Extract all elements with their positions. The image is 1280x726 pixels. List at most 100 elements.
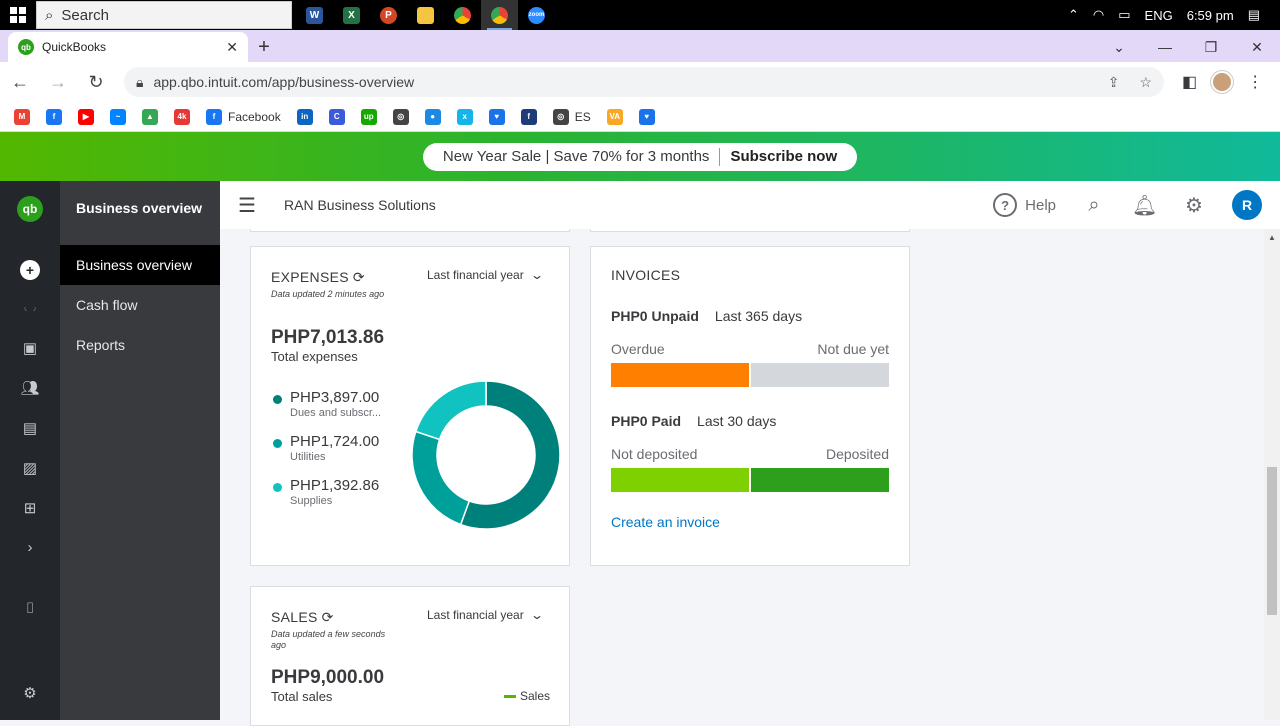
chrome-app-icon[interactable]	[444, 0, 481, 30]
chevron-down-icon: ⌄	[529, 608, 544, 622]
c-icon: C	[328, 108, 345, 125]
reload-icon[interactable]: ↻	[86, 72, 106, 93]
messenger-icon: ~	[110, 108, 126, 125]
profile-avatar[interactable]	[1211, 71, 1234, 93]
collapse-menu-icon[interactable]: ☰	[238, 193, 264, 218]
sidebar-item-reports[interactable]: Reports	[60, 325, 220, 365]
sales-period-dropdown[interactable]: Last financial year ⌄	[427, 608, 544, 622]
customers-icon[interactable]: 👥︎	[20, 378, 40, 398]
sidebar-item-cash-flow[interactable]: Cash flow	[60, 285, 220, 325]
powerpoint-app-icon[interactable]: P	[370, 0, 407, 30]
not-deposited-label: Not deposited	[611, 446, 698, 462]
apps-grid-icon[interactable]: ⊞	[20, 498, 40, 518]
bookmark-item[interactable]: ◎	[392, 108, 409, 125]
tray-language[interactable]: ENG	[1145, 8, 1173, 23]
bookmark-item[interactable]: ◎ ES	[552, 108, 591, 125]
bookmark-item[interactable]: f	[520, 108, 537, 125]
paid-bar[interactable]	[611, 468, 889, 492]
browser-menu-icon[interactable]: ⋮	[1247, 72, 1263, 92]
settings-gear-icon[interactable]: ⚙	[1182, 193, 1206, 218]
user-avatar[interactable]: R	[1232, 190, 1262, 220]
refresh-icon[interactable]: ⟳	[322, 609, 334, 625]
bookmark-item[interactable]: ▶	[78, 108, 94, 125]
lock-icon[interactable]: 🔒︎	[136, 74, 143, 91]
address-bar[interactable]: 🔒︎ app.qbo.intuit.com/app/business-overv…	[124, 67, 1164, 97]
excel-app-icon[interactable]: X	[333, 0, 370, 30]
minimize-window-icon[interactable]: —	[1142, 39, 1188, 55]
taxes-icon[interactable]: ▨	[20, 458, 40, 478]
side-panel-icon[interactable]: ◧	[1182, 72, 1197, 92]
close-window-icon[interactable]: ✕	[1234, 39, 1280, 56]
donut-slice[interactable]	[414, 380, 487, 441]
paid-bar-labels: Not deposited Deposited	[611, 446, 889, 462]
bookmark-item[interactable]: 4k	[174, 108, 190, 125]
unpaid-period: Last 365 days	[714, 308, 803, 324]
notification-center-icon[interactable]: ▤	[1248, 7, 1260, 23]
settings-gear-icon[interactable]: ⚙	[20, 683, 40, 703]
browser-tab[interactable]: qb QuickBooks ✕	[8, 32, 248, 62]
subscribe-now-button[interactable]: Subscribe now	[730, 148, 837, 165]
help-button[interactable]: ? Help	[993, 193, 1056, 217]
bookmark-item[interactable]: f Facebook	[206, 108, 281, 125]
unpaid-bar[interactable]	[611, 363, 889, 387]
bookmark-item[interactable]: M	[14, 108, 30, 125]
refresh-icon[interactable]: ⟳	[353, 269, 365, 285]
sales-title-row: SALES ⟳	[271, 609, 334, 626]
sidebar-item-business-overview[interactable]: Business overview	[60, 245, 220, 285]
bookmark-item[interactable]: up	[360, 108, 377, 125]
contacts-book-icon[interactable]: ▣	[20, 338, 40, 358]
scrollbar-thumb[interactable]	[1267, 467, 1277, 615]
expenses-period-dropdown[interactable]: Last financial year ⌄	[427, 268, 544, 282]
bookmark-icon[interactable]: ⌷	[20, 598, 40, 618]
not-deposited-bar-segment[interactable]	[611, 468, 749, 492]
tab-search-chevron-icon[interactable]: ⌄	[1096, 39, 1142, 56]
not-due-bar-segment[interactable]	[751, 363, 889, 387]
bookmark-item[interactable]: VA	[606, 108, 623, 125]
bookmark-item[interactable]: C	[328, 108, 345, 125]
create-new-icon[interactable]: +	[20, 260, 40, 280]
calculator-icon[interactable]: ▤	[20, 418, 40, 438]
bookmark-item[interactable]: x	[456, 108, 473, 125]
expenses-donut-chart[interactable]	[411, 380, 561, 530]
windows-start-icon[interactable]	[0, 0, 36, 30]
create-invoice-link[interactable]: Create an invoice	[611, 514, 720, 530]
share-icon[interactable]: ⇪	[1108, 74, 1120, 91]
bookmark-item[interactable]: ●	[424, 108, 441, 125]
taskbar-search[interactable]: ⌕ Search	[36, 1, 292, 29]
quickbooks-logo-icon[interactable]: qb	[17, 196, 43, 222]
donut-slice[interactable]	[411, 430, 471, 526]
back-icon[interactable]: ←	[10, 72, 30, 93]
search-icon[interactable]: ⌕	[1082, 194, 1106, 217]
battery-icon[interactable]: ▭	[1118, 7, 1130, 23]
bookmark-item[interactable]: ~	[110, 108, 126, 125]
forward-icon[interactable]: →	[48, 72, 68, 93]
tray-clock[interactable]: 6:59 pm	[1187, 8, 1234, 23]
notifications-bell-icon[interactable]: 🔔︎	[1132, 193, 1157, 218]
bookmark-item[interactable]: ▲	[142, 108, 158, 125]
scroll-up-icon[interactable]: ▲	[1268, 233, 1276, 242]
file-explorer-icon[interactable]	[407, 0, 444, 30]
expense-item-label: Dues and subscr...	[290, 407, 382, 419]
bookmark-item[interactable]: ♥	[488, 108, 505, 125]
promo-pill[interactable]: New Year Sale | Save 70% for 3 months Su…	[422, 142, 858, 171]
close-tab-icon[interactable]: ✕	[226, 39, 238, 56]
zoom-app-icon[interactable]: zoom	[518, 0, 555, 30]
tray-chevron-icon[interactable]: ⌃	[1068, 7, 1079, 23]
heart-icon: ♥	[488, 108, 505, 125]
deposited-bar-segment[interactable]	[751, 468, 889, 492]
expand-chevron-icon[interactable]: ›	[20, 537, 40, 557]
wifi-icon[interactable]: ◠	[1093, 7, 1104, 23]
bookmark-item[interactable]: f	[46, 108, 62, 125]
bookmark-item[interactable]: in	[296, 108, 313, 125]
gmail-icon: M	[14, 108, 30, 125]
bookmark-item[interactable]: ♥	[638, 108, 655, 125]
bookmark-star-icon[interactable]: ☆	[1139, 74, 1152, 91]
overdue-bar-segment[interactable]	[611, 363, 749, 387]
new-tab-button[interactable]: +	[248, 32, 280, 62]
restore-window-icon[interactable]: ❐	[1188, 39, 1234, 56]
page-scrollbar[interactable]: ▲	[1264, 229, 1280, 720]
windows-taskbar: ⌕ Search W X P zoom ⌃ ◠ ▭ ENG 6:59 pm ▤	[0, 0, 1280, 30]
chrome-app-icon-active[interactable]	[481, 0, 518, 30]
word-app-icon[interactable]: W	[296, 0, 333, 30]
help-icon: ?	[993, 193, 1018, 217]
